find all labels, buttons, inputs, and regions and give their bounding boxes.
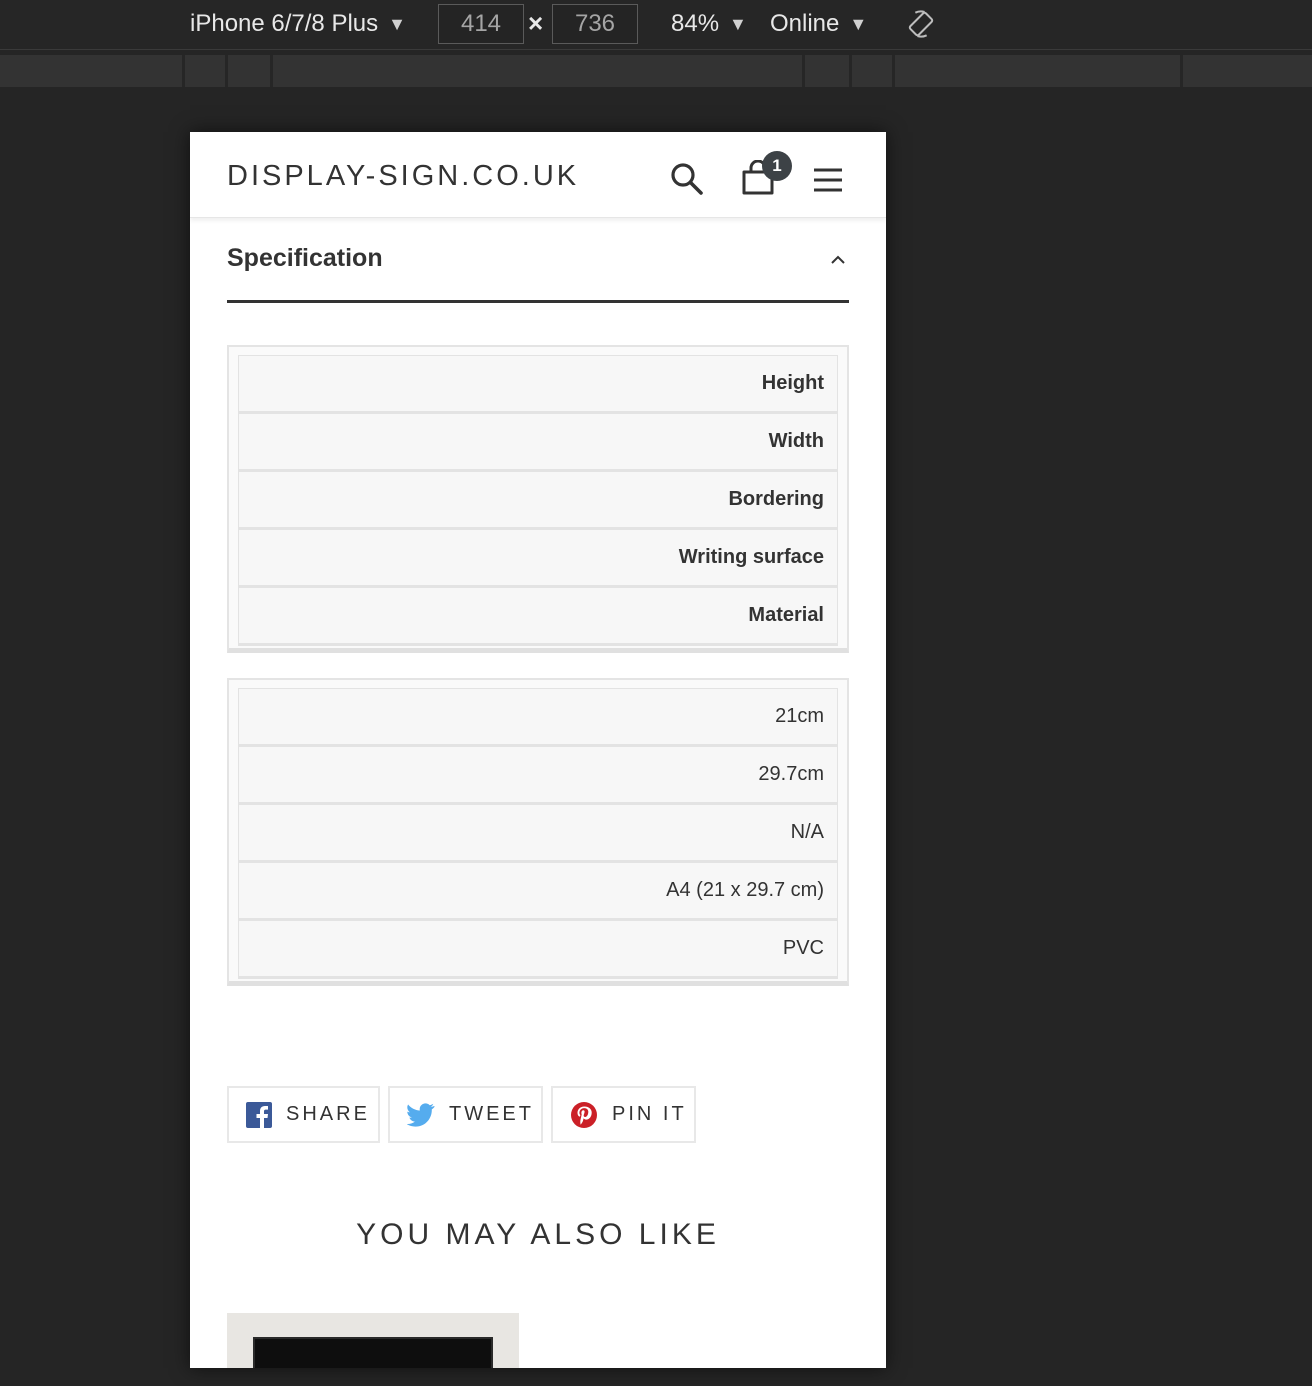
twitter-tweet-button[interactable]: TWEET bbox=[388, 1086, 543, 1143]
rotate-icon[interactable] bbox=[906, 9, 936, 39]
table-row: 29.7cm bbox=[238, 746, 838, 805]
site-logo[interactable]: DISPLAY-SIGN.CO.UK bbox=[227, 160, 579, 193]
specification-labels-table: Height Width Bordering Writing surface M… bbox=[227, 345, 849, 653]
devtools-device-toolbar: iPhone 6/7/8 Plus ▼ 414 × 736 84% ▼ Onli… bbox=[0, 0, 1312, 50]
table-row: 21cm bbox=[238, 688, 838, 747]
viewport-width-input[interactable]: 414 bbox=[438, 4, 524, 44]
device-select-label: iPhone 6/7/8 Plus bbox=[190, 10, 379, 37]
specification-heading[interactable]: Specification bbox=[227, 244, 383, 273]
table-row: A4 (21 x 29.7 cm) bbox=[238, 862, 838, 921]
facebook-icon bbox=[246, 1101, 272, 1128]
share-label: SHARE bbox=[286, 1103, 370, 1125]
times-icon: × bbox=[528, 8, 544, 38]
chevron-down-icon: ▼ bbox=[729, 13, 747, 34]
network-throttle-select[interactable]: Online ▼ bbox=[770, 0, 867, 48]
chevron-down-icon: ▼ bbox=[388, 13, 406, 34]
table-row: Bordering bbox=[238, 471, 838, 530]
zoom-select-label: 84% bbox=[671, 10, 720, 37]
media-query-ruler[interactable] bbox=[0, 55, 1312, 87]
twitter-icon bbox=[407, 1102, 435, 1127]
menu-icon[interactable] bbox=[812, 166, 844, 194]
specification-divider bbox=[227, 300, 849, 303]
ruler-divider bbox=[849, 55, 852, 87]
site-header: DISPLAY-SIGN.CO.UK 1 bbox=[190, 132, 886, 218]
ruler-divider bbox=[1180, 55, 1183, 87]
device-viewport: DISPLAY-SIGN.CO.UK 1 Specification Heigh… bbox=[190, 132, 886, 1368]
chevron-down-icon: ▼ bbox=[849, 13, 868, 34]
ruler-divider bbox=[802, 55, 805, 87]
ruler-divider bbox=[182, 55, 185, 87]
product-image bbox=[253, 1337, 493, 1368]
pinterest-pin-button[interactable]: PIN IT bbox=[551, 1086, 696, 1143]
you-may-also-like-heading: YOU MAY ALSO LIKE bbox=[356, 1218, 720, 1251]
ruler-divider bbox=[892, 55, 895, 87]
ruler-divider bbox=[270, 55, 273, 87]
tweet-label: TWEET bbox=[449, 1103, 534, 1125]
table-row: Writing surface bbox=[238, 529, 838, 588]
search-icon[interactable] bbox=[670, 162, 704, 196]
pin-it-label: PIN IT bbox=[612, 1103, 687, 1125]
table-row: N/A bbox=[238, 804, 838, 863]
table-row: Material bbox=[238, 587, 838, 646]
chevron-up-icon[interactable] bbox=[830, 254, 846, 266]
device-select[interactable]: iPhone 6/7/8 Plus ▼ bbox=[190, 0, 406, 48]
product-thumbnail[interactable] bbox=[227, 1313, 519, 1368]
viewport-height-input[interactable]: 736 bbox=[552, 4, 638, 44]
table-row: Height bbox=[238, 355, 838, 414]
facebook-share-button[interactable]: SHARE bbox=[227, 1086, 380, 1143]
zoom-select[interactable]: 84% ▼ bbox=[671, 0, 747, 48]
table-row: Width bbox=[238, 413, 838, 472]
ruler-divider bbox=[225, 55, 228, 87]
network-throttle-label: Online bbox=[770, 10, 840, 37]
pinterest-icon bbox=[571, 1101, 597, 1128]
table-row: PVC bbox=[238, 920, 838, 979]
specification-values-table: 21cm 29.7cm N/A A4 (21 x 29.7 cm) PVC bbox=[227, 678, 849, 986]
cart-count-badge: 1 bbox=[762, 151, 792, 181]
